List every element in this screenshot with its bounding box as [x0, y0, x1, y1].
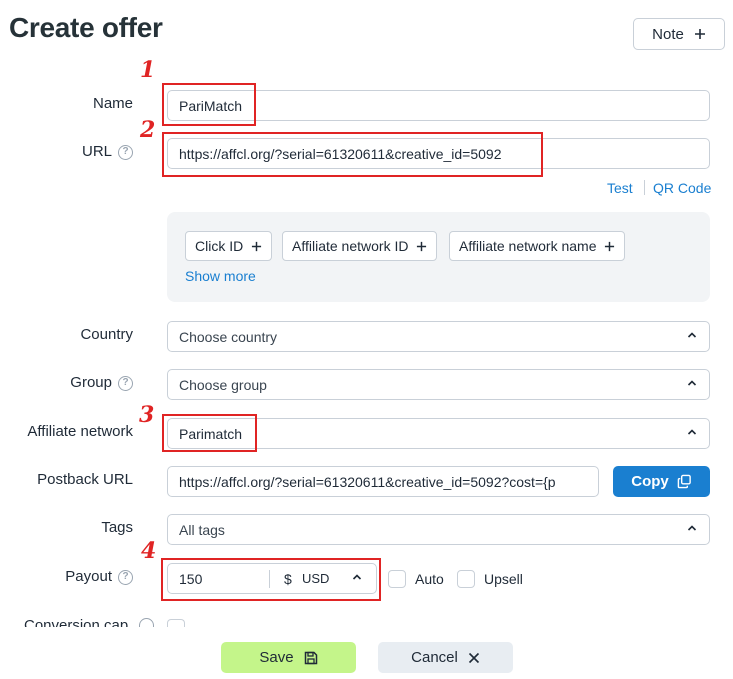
close-icon	[468, 652, 479, 663]
chevron-up-icon	[687, 522, 697, 536]
help-icon[interactable]	[139, 618, 154, 627]
help-icon[interactable]: ?	[118, 375, 133, 391]
link-divider	[644, 180, 645, 195]
conversion-cap-checkbox[interactable]	[167, 619, 185, 627]
highlight-box-url	[162, 132, 543, 177]
country-select[interactable]: Choose country	[167, 321, 710, 352]
upsell-checkbox[interactable]	[457, 570, 475, 588]
floppy-disk-icon	[304, 651, 317, 664]
tags-label: Tags	[101, 519, 133, 536]
note-button-label: Note	[652, 25, 684, 43]
annotation-number-1: 1	[140, 57, 156, 83]
postback-url-label: Postback URL	[37, 471, 133, 488]
chevron-up-icon	[687, 377, 697, 391]
highlight-box-name	[162, 83, 256, 126]
plus-icon	[605, 241, 615, 251]
name-label: Name	[92, 95, 133, 112]
test-link[interactable]: Test	[607, 180, 633, 196]
note-button[interactable]: Note	[633, 18, 725, 50]
group-select[interactable]: Choose group	[167, 369, 710, 400]
annotation-number-2: 2	[140, 117, 156, 143]
chevron-up-icon	[687, 329, 697, 343]
chip-affiliate-network-id[interactable]: Affiliate network ID	[282, 231, 438, 261]
tags-select[interactable]: All tags	[167, 514, 710, 545]
annotation-number-4: 4	[141, 538, 157, 564]
auto-label: Auto	[415, 571, 444, 587]
upsell-label: Upsell	[484, 571, 523, 587]
group-label: Group ?	[0, 373, 133, 393]
auto-checkbox[interactable]	[388, 570, 406, 588]
payout-label: Payout ?	[0, 567, 133, 587]
conversion-cap-label: Conversion cap	[24, 617, 129, 627]
action-bar	[0, 627, 733, 679]
copy-icon	[677, 474, 691, 489]
show-more-link[interactable]: Show more	[185, 268, 256, 284]
url-label: URL ?	[0, 142, 133, 162]
country-label: Country	[80, 326, 133, 343]
help-icon[interactable]: ?	[118, 144, 133, 160]
plus-icon	[417, 241, 427, 251]
affiliate-network-label: Affiliate network	[27, 423, 133, 440]
plus-icon	[694, 29, 705, 39]
cancel-button[interactable]: Cancel	[378, 642, 513, 673]
page-title: Create offer	[9, 12, 163, 43]
save-button[interactable]: Save	[221, 642, 356, 673]
help-icon[interactable]: ?	[118, 569, 133, 585]
highlight-box-payout	[161, 558, 381, 601]
highlight-box-affiliate-network	[162, 414, 257, 452]
postback-url-input[interactable]: https://affcl.org/?serial=61320611&creat…	[167, 466, 599, 497]
qr-code-link[interactable]: QR Code	[653, 180, 711, 196]
annotation-number-3: 3	[139, 402, 155, 428]
copy-button[interactable]: Copy	[613, 466, 710, 497]
chip-affiliate-network-name[interactable]: Affiliate network name	[449, 231, 626, 261]
chevron-up-icon	[687, 426, 697, 440]
chip-click-id[interactable]: Click ID	[185, 231, 273, 261]
plus-icon	[252, 241, 262, 251]
